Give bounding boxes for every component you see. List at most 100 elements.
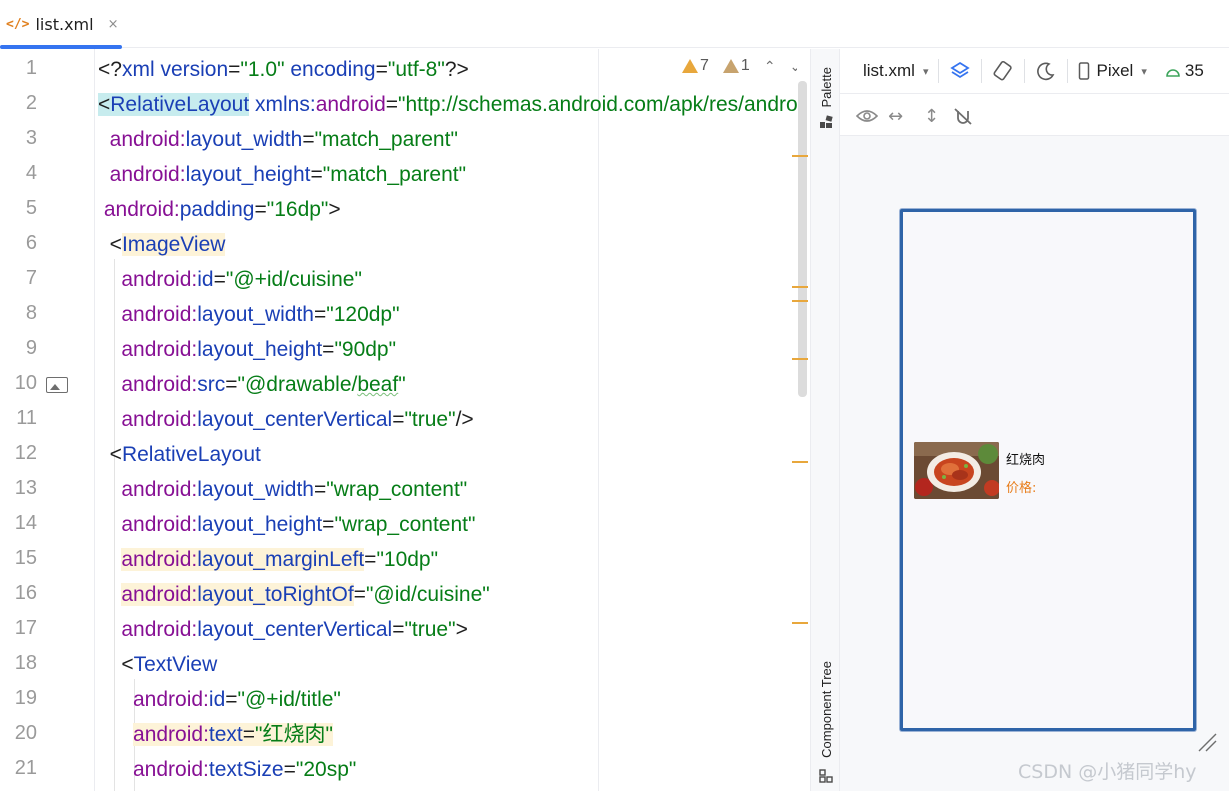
inspections-widget[interactable]: 7 1 ⌃ ⌄ <box>682 57 801 75</box>
code-token: "16dp" <box>266 198 329 221</box>
code-token: " <box>398 373 406 396</box>
preview-price-text[interactable]: 价格: <box>1006 477 1036 496</box>
line-number: 8 <box>25 302 37 324</box>
weak-warnings-count[interactable]: 1 <box>722 57 750 75</box>
line-number: 20 <box>14 722 37 744</box>
code-line[interactable]: android:layout_centerVertical="true"/> <box>98 402 474 437</box>
code-editor[interactable]: 1 2 3 4 5 6 7 8 9 10 11 12 13 14 15 16 17 18 19 20 21 <?xml … <box>0 49 810 791</box>
cuisine-image[interactable] <box>914 442 999 499</box>
code-line[interactable]: android:layout_width="wrap_content" <box>98 472 467 507</box>
close-icon[interactable]: × <box>108 17 119 32</box>
palette-icon <box>820 115 833 128</box>
api-level-select[interactable]: 35 <box>1165 61 1204 81</box>
code-line[interactable]: <RelativeLayout <box>98 437 261 472</box>
preview-title-text[interactable]: 红烧肉 <box>1006 449 1045 468</box>
code-token: = <box>353 583 366 606</box>
file-select[interactable]: list.xml ▾ <box>863 61 928 81</box>
side-tool-strip: Palette Component Tree <box>810 49 840 791</box>
android-icon <box>1166 69 1180 77</box>
code-line[interactable]: android:layout_height="match_parent" <box>98 157 466 192</box>
tab-list-xml[interactable]: </> list.xml × <box>0 0 122 49</box>
code-line[interactable]: android:layout_height="90dp" <box>98 332 396 367</box>
code-line[interactable]: android:layout_width="120dp" <box>98 297 399 332</box>
layers-icon[interactable] <box>949 60 971 82</box>
error-stripe-mark[interactable] <box>792 622 808 624</box>
code-token: layout_width <box>185 128 303 151</box>
error-stripe-mark[interactable] <box>792 286 808 288</box>
code-line[interactable]: android:src="@drawable/beaf" <box>98 367 406 402</box>
line-number: 18 <box>14 652 37 674</box>
code-token: id <box>197 268 214 291</box>
code-token: > <box>328 198 341 221</box>
code-token: android: <box>98 338 198 361</box>
code-token: = <box>313 303 327 326</box>
code-line[interactable]: <ImageView <box>98 227 226 262</box>
tab-label: list.xml <box>35 14 94 34</box>
code-line[interactable]: android:layout_width="match_parent" <box>98 122 458 157</box>
code-line[interactable]: <TextView <box>98 647 217 682</box>
code-token: = <box>228 58 241 81</box>
code-line[interactable]: <?xml version="1.0" encoding="utf-8"?> <box>98 52 469 87</box>
error-stripe-mark[interactable] <box>792 300 808 302</box>
code-token: xmlns: <box>249 93 316 116</box>
warnings-count[interactable]: 7 <box>682 57 709 75</box>
error-stripe-mark[interactable] <box>792 155 808 157</box>
code-line[interactable]: android:textSize="20sp" <box>98 752 356 787</box>
orientation-icon[interactable] <box>992 60 1014 82</box>
code-token: = <box>392 618 405 641</box>
component-tree-icon <box>819 769 833 783</box>
code-token: > <box>455 618 468 641</box>
code-token: layout_marginLeft <box>197 548 365 571</box>
vertical-resize-icon[interactable]: ↕ <box>924 106 939 127</box>
code-token: TextView <box>133 653 218 676</box>
line-number: 12 <box>14 442 37 464</box>
code-token: android <box>315 93 386 116</box>
night-mode-icon[interactable] <box>1035 60 1057 82</box>
code-token: android: <box>98 303 198 326</box>
code-line[interactable]: <RelativeLayout xmlns:android="http://sc… <box>98 87 810 122</box>
toolbar-divider <box>938 59 940 83</box>
magnet-off-icon[interactable] <box>953 106 973 126</box>
component-tree-tool-button[interactable]: Component Tree <box>819 661 834 758</box>
line-number: 19 <box>14 687 37 709</box>
line-number: 4 <box>25 162 37 184</box>
horizontal-resize-icon[interactable]: ↔ <box>888 106 903 127</box>
code-token: padding <box>179 198 255 221</box>
line-number: 5 <box>25 197 37 219</box>
code-line[interactable]: android:layout_centerVertical="true"> <box>98 612 468 647</box>
code-token: layout_height <box>197 338 323 361</box>
code-token: layout_toRightOf <box>197 583 354 606</box>
eye-icon[interactable] <box>856 108 878 124</box>
design-toolbar: list.xml ▾ Pixel ▾ 35 <box>840 49 1229 94</box>
device-preview[interactable]: 红烧肉 价格: <box>900 209 1196 731</box>
code-line[interactable]: android:padding="16dp"> <box>98 192 341 227</box>
code-line[interactable]: android:layout_toRightOf="@id/cuisine" <box>98 577 490 612</box>
code-line[interactable]: android:layout_height="wrap_content" <box>98 507 475 542</box>
error-stripe-mark[interactable] <box>792 461 808 463</box>
code-line[interactable]: android:id="@+id/cuisine" <box>98 262 362 297</box>
previous-highlight-icon[interactable]: ⌃ <box>764 58 776 75</box>
code-token: = <box>322 338 335 361</box>
line-number: 9 <box>25 337 37 359</box>
code-token: textSize <box>208 758 284 781</box>
code-line[interactable]: android:text="红烧肉" <box>98 717 333 752</box>
code-token: < <box>98 653 134 676</box>
code-token: "10dp" <box>376 548 439 571</box>
code-line[interactable]: android:layout_marginLeft="10dp" <box>98 542 438 577</box>
resize-handle-icon[interactable] <box>1196 731 1218 753</box>
palette-tool-button[interactable]: Palette <box>819 67 834 107</box>
right-margin-guide <box>598 49 599 791</box>
line-number: 6 <box>25 232 37 254</box>
code-token: android: <box>98 373 198 396</box>
error-stripe-mark[interactable] <box>792 358 808 360</box>
scrollbar-thumb[interactable] <box>798 81 807 397</box>
code-token: "match_parent" <box>322 163 467 186</box>
code-token: "20sp" <box>295 758 357 781</box>
code-token: android: <box>133 723 209 746</box>
code-token: = <box>375 58 388 81</box>
image-preview-icon[interactable] <box>46 377 68 393</box>
device-select[interactable]: Pixel ▾ <box>1078 61 1147 81</box>
code-token: /> <box>455 408 474 431</box>
code-line[interactable]: android:id="@+id/title" <box>98 682 341 717</box>
